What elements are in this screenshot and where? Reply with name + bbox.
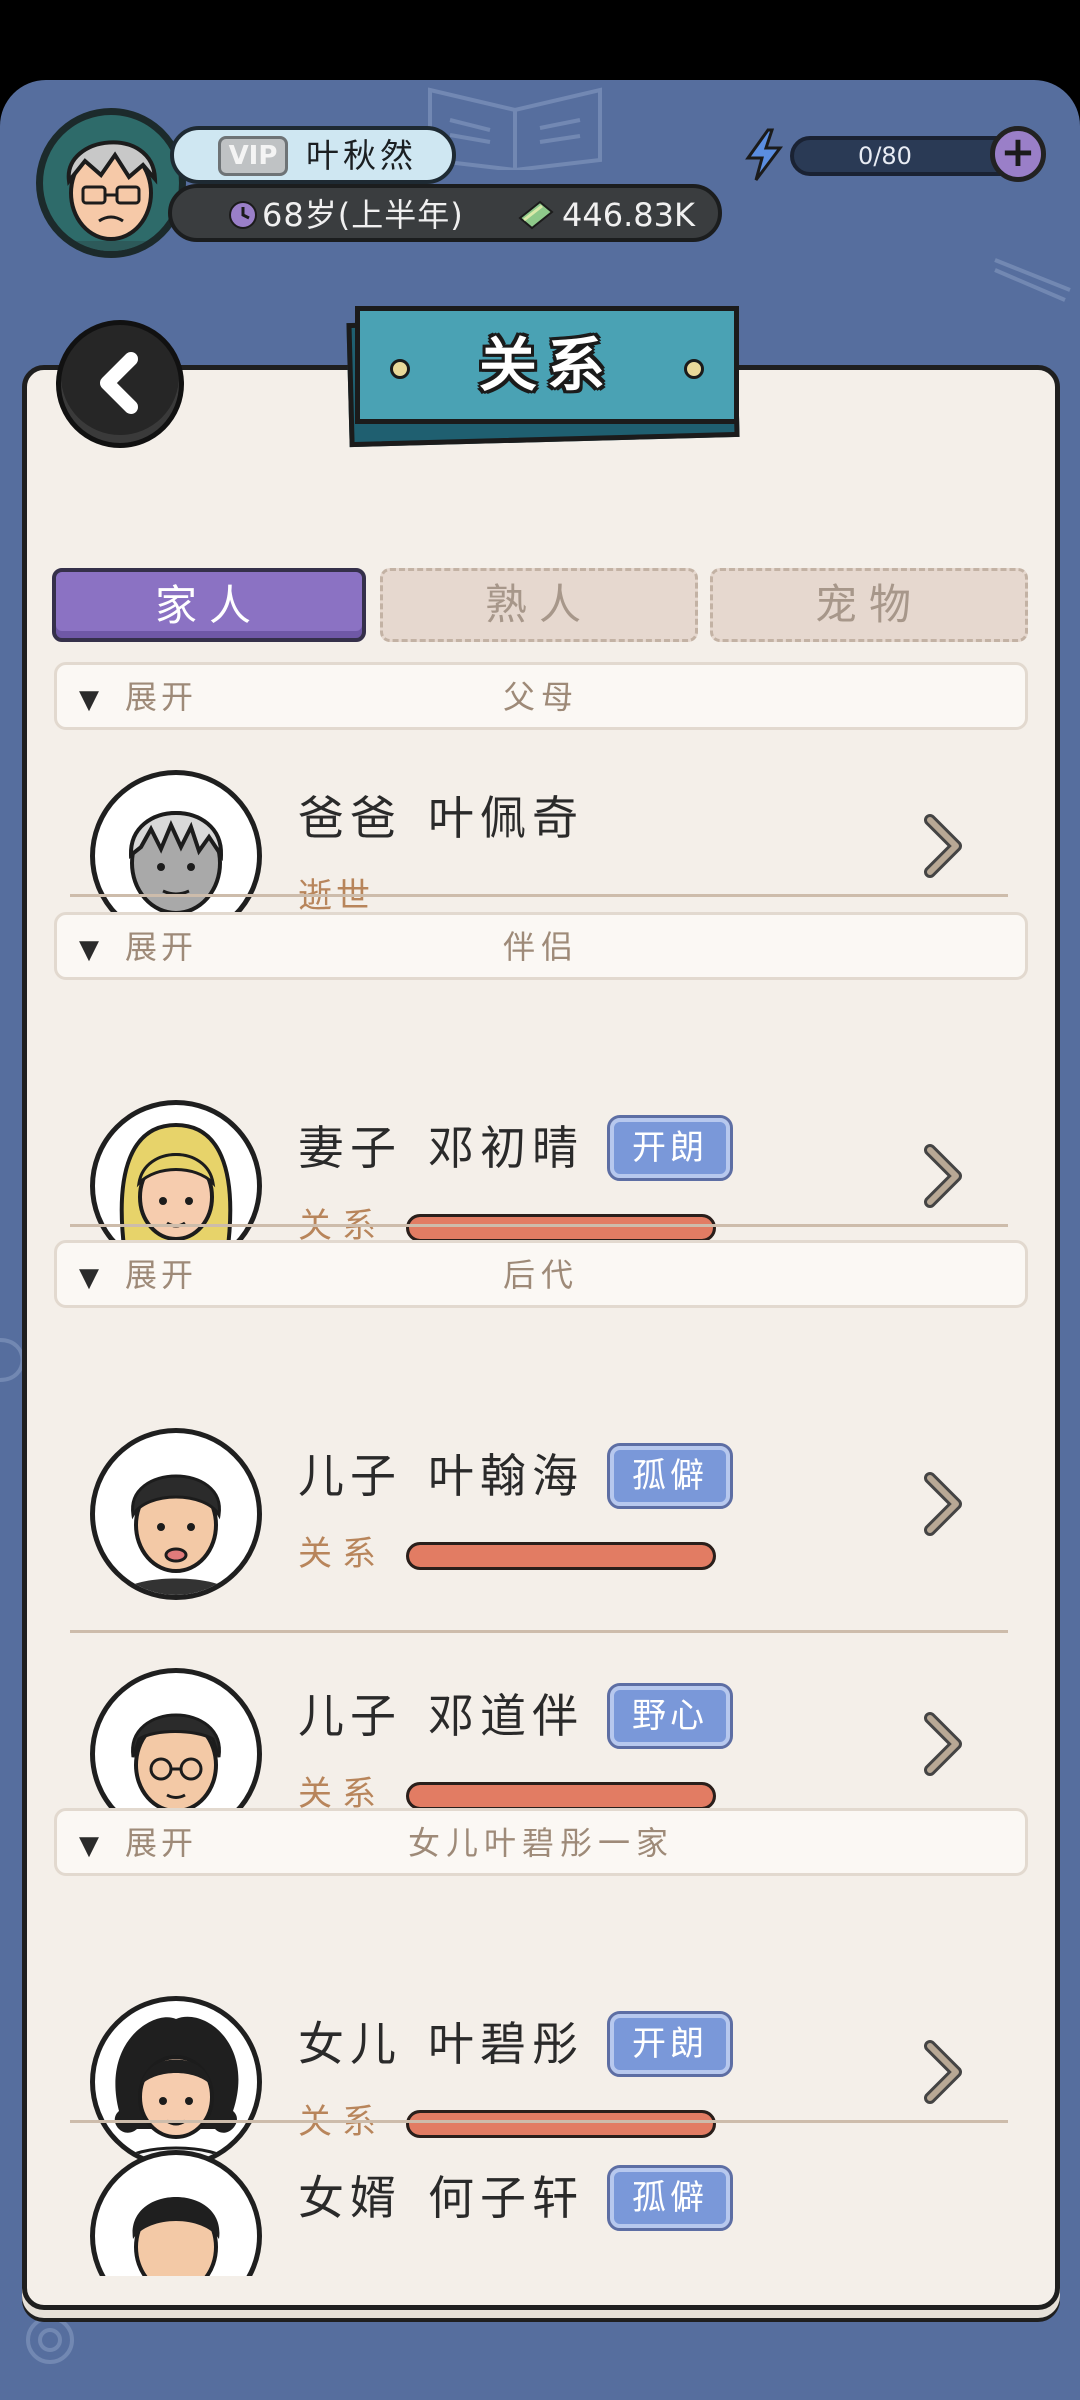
section-daughter-family[interactable]: ▼ 展开 女儿叶碧彤一家 <box>54 1808 1028 1876</box>
row-divider <box>70 1630 1008 1633</box>
relation-fill <box>409 1217 713 1239</box>
vip-badge: VIP <box>218 136 288 176</box>
pencil-doodle <box>994 258 1071 302</box>
back-button[interactable] <box>56 320 184 448</box>
person-row-son-1[interactable]: 儿子 叶翰海 孤僻 关系 <box>70 1414 1010 1614</box>
title-banner: 关系 <box>355 306 739 424</box>
section-descendants[interactable]: ▼ 展开 后代 <box>54 1240 1028 1308</box>
relation-bar <box>406 1782 716 1810</box>
tab-family[interactable]: 家人 <box>52 568 366 642</box>
trait-badge: 野心 <box>607 1683 733 1749</box>
money-text: 446.83K <box>562 196 695 234</box>
relation-fill <box>409 1545 713 1567</box>
person-row-son-in-law-clip: 女婿 何子轩 孤僻 <box>70 2136 1010 2276</box>
person-name: 叶碧彤 <box>428 2017 584 2071</box>
page-title: 关系 <box>478 331 615 399</box>
game-screen: VIP 叶秋然 68岁(上半年) 446.83K 0/80 + 关系 家人 熟人… <box>0 80 1080 2400</box>
energy-text: 0/80 <box>858 142 912 170</box>
section-title: 父母 <box>502 678 579 716</box>
chevron-right-icon <box>924 1144 962 1208</box>
section-parents[interactable]: ▼ 展开 父母 <box>54 662 1028 730</box>
chevron-right-icon <box>924 1472 962 1536</box>
chevron-right-icon <box>924 2040 962 2104</box>
person-name: 邓初晴 <box>428 1121 584 1175</box>
plus-icon: + <box>1000 127 1036 176</box>
relation-bar <box>406 1542 716 1570</box>
arrow-left-icon <box>100 352 138 414</box>
section-partner[interactable]: ▼ 展开 伴侣 <box>54 912 1028 980</box>
trait-badge: 孤僻 <box>607 1443 733 1509</box>
row-divider <box>70 1224 1008 1227</box>
person-name: 叶翰海 <box>428 1449 584 1503</box>
avatar <box>90 2150 262 2276</box>
person-name: 叶佩奇 <box>428 791 584 845</box>
trait-badge: 开朗 <box>607 1115 733 1181</box>
relation-tabs: 家人 熟人 宠物 <box>52 568 1030 646</box>
section-title: 女儿叶碧彤一家 <box>407 1824 674 1862</box>
relation-label: 关系 <box>298 1534 386 1574</box>
person-role: 妻子 <box>298 1121 402 1175</box>
person-role: 女儿 <box>298 2017 402 2071</box>
age-text: 68岁(上半年) <box>262 196 464 234</box>
person-role: 女婿 <box>298 2171 402 2225</box>
relation-fill <box>409 1785 713 1807</box>
person-row-son-in-law[interactable]: 女婿 何子轩 孤僻 <box>70 2136 1010 2276</box>
chevron-right-icon <box>924 814 962 878</box>
person-name: 邓道伴 <box>428 1689 584 1743</box>
player-stats-pill: 68岁(上半年) 446.83K <box>168 184 722 242</box>
row-divider <box>70 894 1008 897</box>
trait-badge: 开朗 <box>607 2011 733 2077</box>
avatar <box>90 1428 262 1600</box>
row-divider <box>70 2120 1008 2123</box>
tab-pets[interactable]: 宠物 <box>710 568 1028 642</box>
section-title: 后代 <box>502 1256 579 1294</box>
chevron-right-icon <box>924 1712 962 1776</box>
lightning-icon <box>745 128 783 181</box>
swirl-doodle-bottom <box>26 2316 74 2364</box>
tab-acquaintances[interactable]: 熟人 <box>380 568 698 642</box>
player-name: 叶秋然 <box>306 136 417 175</box>
person-role: 儿子 <box>298 1689 402 1743</box>
energy-bar: 0/80 <box>790 136 1020 176</box>
relation-fill <box>409 2113 713 2135</box>
person-role: 爸爸 <box>298 791 402 845</box>
clock-icon <box>229 201 257 229</box>
cash-icon <box>518 200 554 230</box>
relation-bar <box>406 2110 716 2138</box>
person-name: 何子轩 <box>428 2171 584 2225</box>
add-energy-button[interactable]: + <box>990 126 1046 182</box>
person-role: 儿子 <box>298 1449 402 1503</box>
section-title: 伴侣 <box>502 928 579 966</box>
relation-bar <box>406 1214 716 1242</box>
player-name-pill: VIP 叶秋然 <box>170 126 456 184</box>
trait-badge: 孤僻 <box>607 2165 733 2231</box>
player-avatar[interactable] <box>36 108 186 258</box>
